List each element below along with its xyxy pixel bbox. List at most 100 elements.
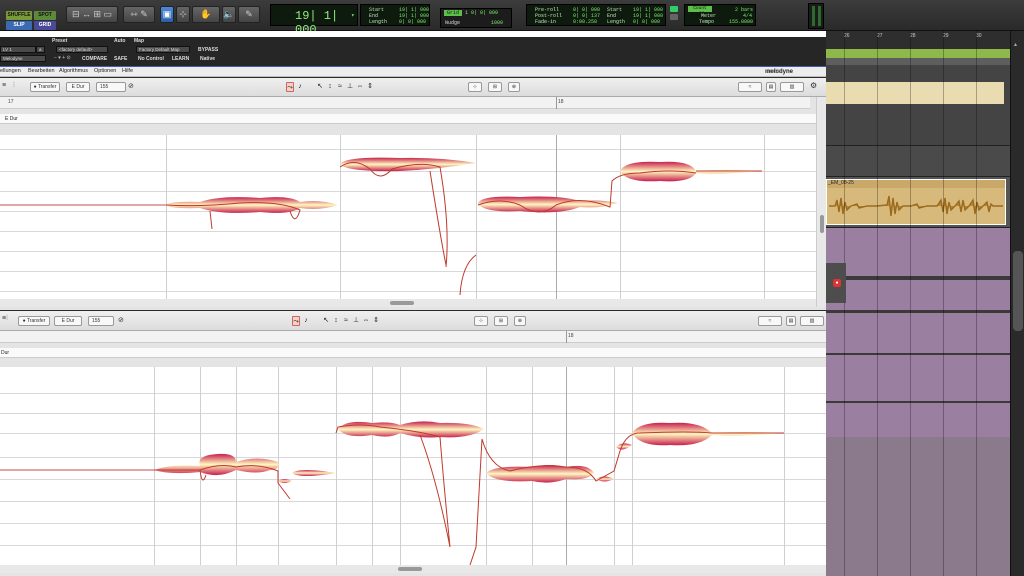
level-button[interactable]: ⊕ [514, 316, 526, 326]
play-length-value[interactable]: 0| 0| 000 [633, 19, 660, 25]
note-blob[interactable] [166, 197, 338, 213]
nudge-value[interactable]: 1000 [491, 20, 503, 26]
grabber-tool-icon[interactable]: ✋ [192, 6, 220, 23]
note-blob[interactable] [338, 421, 484, 438]
scale-row[interactable]: E Dur [0, 114, 816, 124]
transfer-button[interactable]: ● Transfer [30, 82, 60, 92]
quantize-time-button[interactable]: ⊞ [488, 82, 502, 92]
note-blob[interactable] [620, 161, 762, 182]
grid-value[interactable]: 1 0| 0| 000 [465, 10, 498, 16]
marker-lane[interactable] [826, 49, 1010, 58]
main-counter[interactable]: 19| 1| 000 ▾ [270, 4, 358, 37]
plugin-name-select[interactable]: Melodyne [0, 55, 46, 62]
key-field[interactable]: E Dur [66, 82, 90, 92]
settings-gear-icon[interactable]: ⚙ [810, 81, 817, 90]
time-tool-icon[interactable]: ⇔ [362, 316, 370, 326]
note-blob[interactable] [278, 479, 292, 483]
tempo-lane[interactable] [826, 58, 1010, 65]
level-button[interactable]: ⊕ [508, 82, 520, 92]
editor-1-hscroll[interactable] [0, 299, 816, 307]
amplitude-tool-icon[interactable]: ⇕ [366, 82, 374, 92]
drift-tool-icon[interactable]: ≈ [342, 316, 350, 326]
editor-1-ruler[interactable]: 17 18 [0, 97, 810, 109]
macro-button[interactable]: ≈ [758, 316, 782, 326]
scroll-thumb[interactable] [1013, 251, 1023, 331]
tempo-value[interactable]: 155.0000 [729, 19, 753, 25]
learn-button[interactable]: LEARN [172, 56, 189, 62]
tempo-field[interactable]: 155 [96, 82, 126, 92]
timeline-ruler[interactable]: 26 27 28 29 30 [826, 31, 1010, 49]
transfer-button[interactable]: ● Transfer [18, 316, 50, 326]
pitch-tool-icon[interactable]: ♪ [302, 316, 310, 326]
note-blob[interactable] [154, 453, 279, 476]
pencil-icon[interactable]: ✎ [238, 6, 260, 23]
safe-button[interactable]: SAFE [114, 56, 127, 62]
quantize-pitch-button[interactable]: ⊹ [474, 316, 488, 326]
tempo-field[interactable]: 155 [88, 316, 114, 326]
preset-select[interactable]: <factory default> [56, 46, 108, 53]
grid-button[interactable]: ▥ [800, 316, 824, 326]
countoff-label[interactable]: Count Off [688, 6, 712, 17]
spot-mode-button[interactable]: SPOT [34, 11, 56, 20]
macro-button[interactable]: ≈ [738, 82, 762, 92]
note-editor-1[interactable] [0, 135, 816, 299]
scroll-up-icon[interactable]: ▴ [1014, 41, 1022, 49]
formant-tool-icon[interactable]: ⊥ [352, 316, 360, 326]
grid-button[interactable]: ▥ [780, 82, 804, 92]
link-icon[interactable]: ⊘ [118, 316, 124, 324]
region-clip[interactable] [826, 82, 1004, 104]
edit-tools[interactable]: ⇿ ✎ [123, 6, 155, 23]
bypass-button[interactable]: BYPASS [198, 47, 218, 53]
record-enable-icon[interactable]: ● [833, 279, 841, 287]
editor-2-hscroll[interactable] [0, 565, 836, 573]
quantize-time-button[interactable]: ⊞ [494, 316, 508, 326]
menu-edit[interactable]: Bearbeiten [28, 68, 55, 74]
pointer-tool-icon[interactable]: ↖ [316, 82, 324, 92]
scale-row[interactable]: Dur [0, 348, 836, 358]
audio-clip[interactable]: _EM_08-25 [826, 179, 1006, 225]
shuffle-mode-button[interactable]: SHUFFLE [6, 11, 32, 20]
key-field[interactable]: E Dur [54, 316, 82, 326]
main-tool-icon[interactable]: ⤳ [286, 82, 294, 92]
insert-select[interactable]: LV 1 [0, 46, 36, 53]
time-tool-icon[interactable]: ⇔ [356, 82, 364, 92]
menu-settings[interactable]: ellungen [0, 68, 21, 74]
lanes-icon[interactable]: ≡ [2, 82, 6, 89]
editor-1-vscroll[interactable] [816, 97, 826, 307]
click-toggles[interactable] [670, 6, 678, 24]
zoom-fit-button[interactable]: ▤ [786, 316, 796, 326]
menu-options[interactable]: Optionen [94, 68, 116, 74]
link-icon[interactable]: ⊘ [128, 82, 134, 90]
edit-window-vscroll[interactable]: ▴ [1010, 31, 1024, 576]
selector-tool-icon[interactable]: ⊹ [176, 6, 190, 23]
counter-dropdown-icon[interactable]: ▾ [351, 12, 355, 19]
insert-b-select[interactable]: a [36, 46, 45, 53]
menu-algorithm[interactable]: Algorithmus [59, 68, 88, 74]
note-blob[interactable] [340, 157, 476, 172]
main-tool-icon[interactable]: ⤳ [292, 316, 300, 326]
note-editor-2[interactable] [0, 367, 836, 565]
note-blob[interactable] [486, 465, 594, 483]
slip-mode-button[interactable]: SLIP [6, 21, 32, 30]
nudge-label[interactable]: Nudge [445, 20, 460, 26]
trim-tool-icon[interactable]: ▣ [160, 6, 174, 23]
drift-tool-icon[interactable]: ≈ [336, 82, 344, 92]
editor-2-ruler[interactable]: 18 [0, 331, 836, 343]
note-blob[interactable] [616, 443, 632, 450]
grid-mode-button[interactable]: GRID [34, 21, 56, 30]
waveform-icon[interactable]: ⫶ [13, 82, 15, 90]
map-select[interactable]: Factory Default Map [136, 46, 190, 53]
zoom-fit-button[interactable]: ▤ [766, 82, 776, 92]
zoom-buttons[interactable]: ⊟ ↔ ⊞ ▭ [66, 6, 118, 23]
note-blob[interactable] [632, 422, 784, 446]
compare-button[interactable]: COMPARE [82, 56, 107, 62]
menu-help[interactable]: Hilfe [122, 68, 133, 74]
fadein-value[interactable]: 0:00.250 [573, 19, 597, 25]
grid-label[interactable]: Grid [444, 10, 462, 16]
amplitude-tool-icon[interactable]: ⇕ [372, 316, 380, 326]
sel-length-value[interactable]: 0| 0| 000 [399, 19, 426, 25]
formant-tool-icon[interactable]: ⊥ [346, 82, 354, 92]
speaker-icon[interactable]: 🔈 [222, 6, 236, 23]
preset-nav-icons[interactable]: − ▾ + ⊙ [54, 55, 71, 61]
modulation-tool-icon[interactable]: ↕ [326, 82, 334, 92]
